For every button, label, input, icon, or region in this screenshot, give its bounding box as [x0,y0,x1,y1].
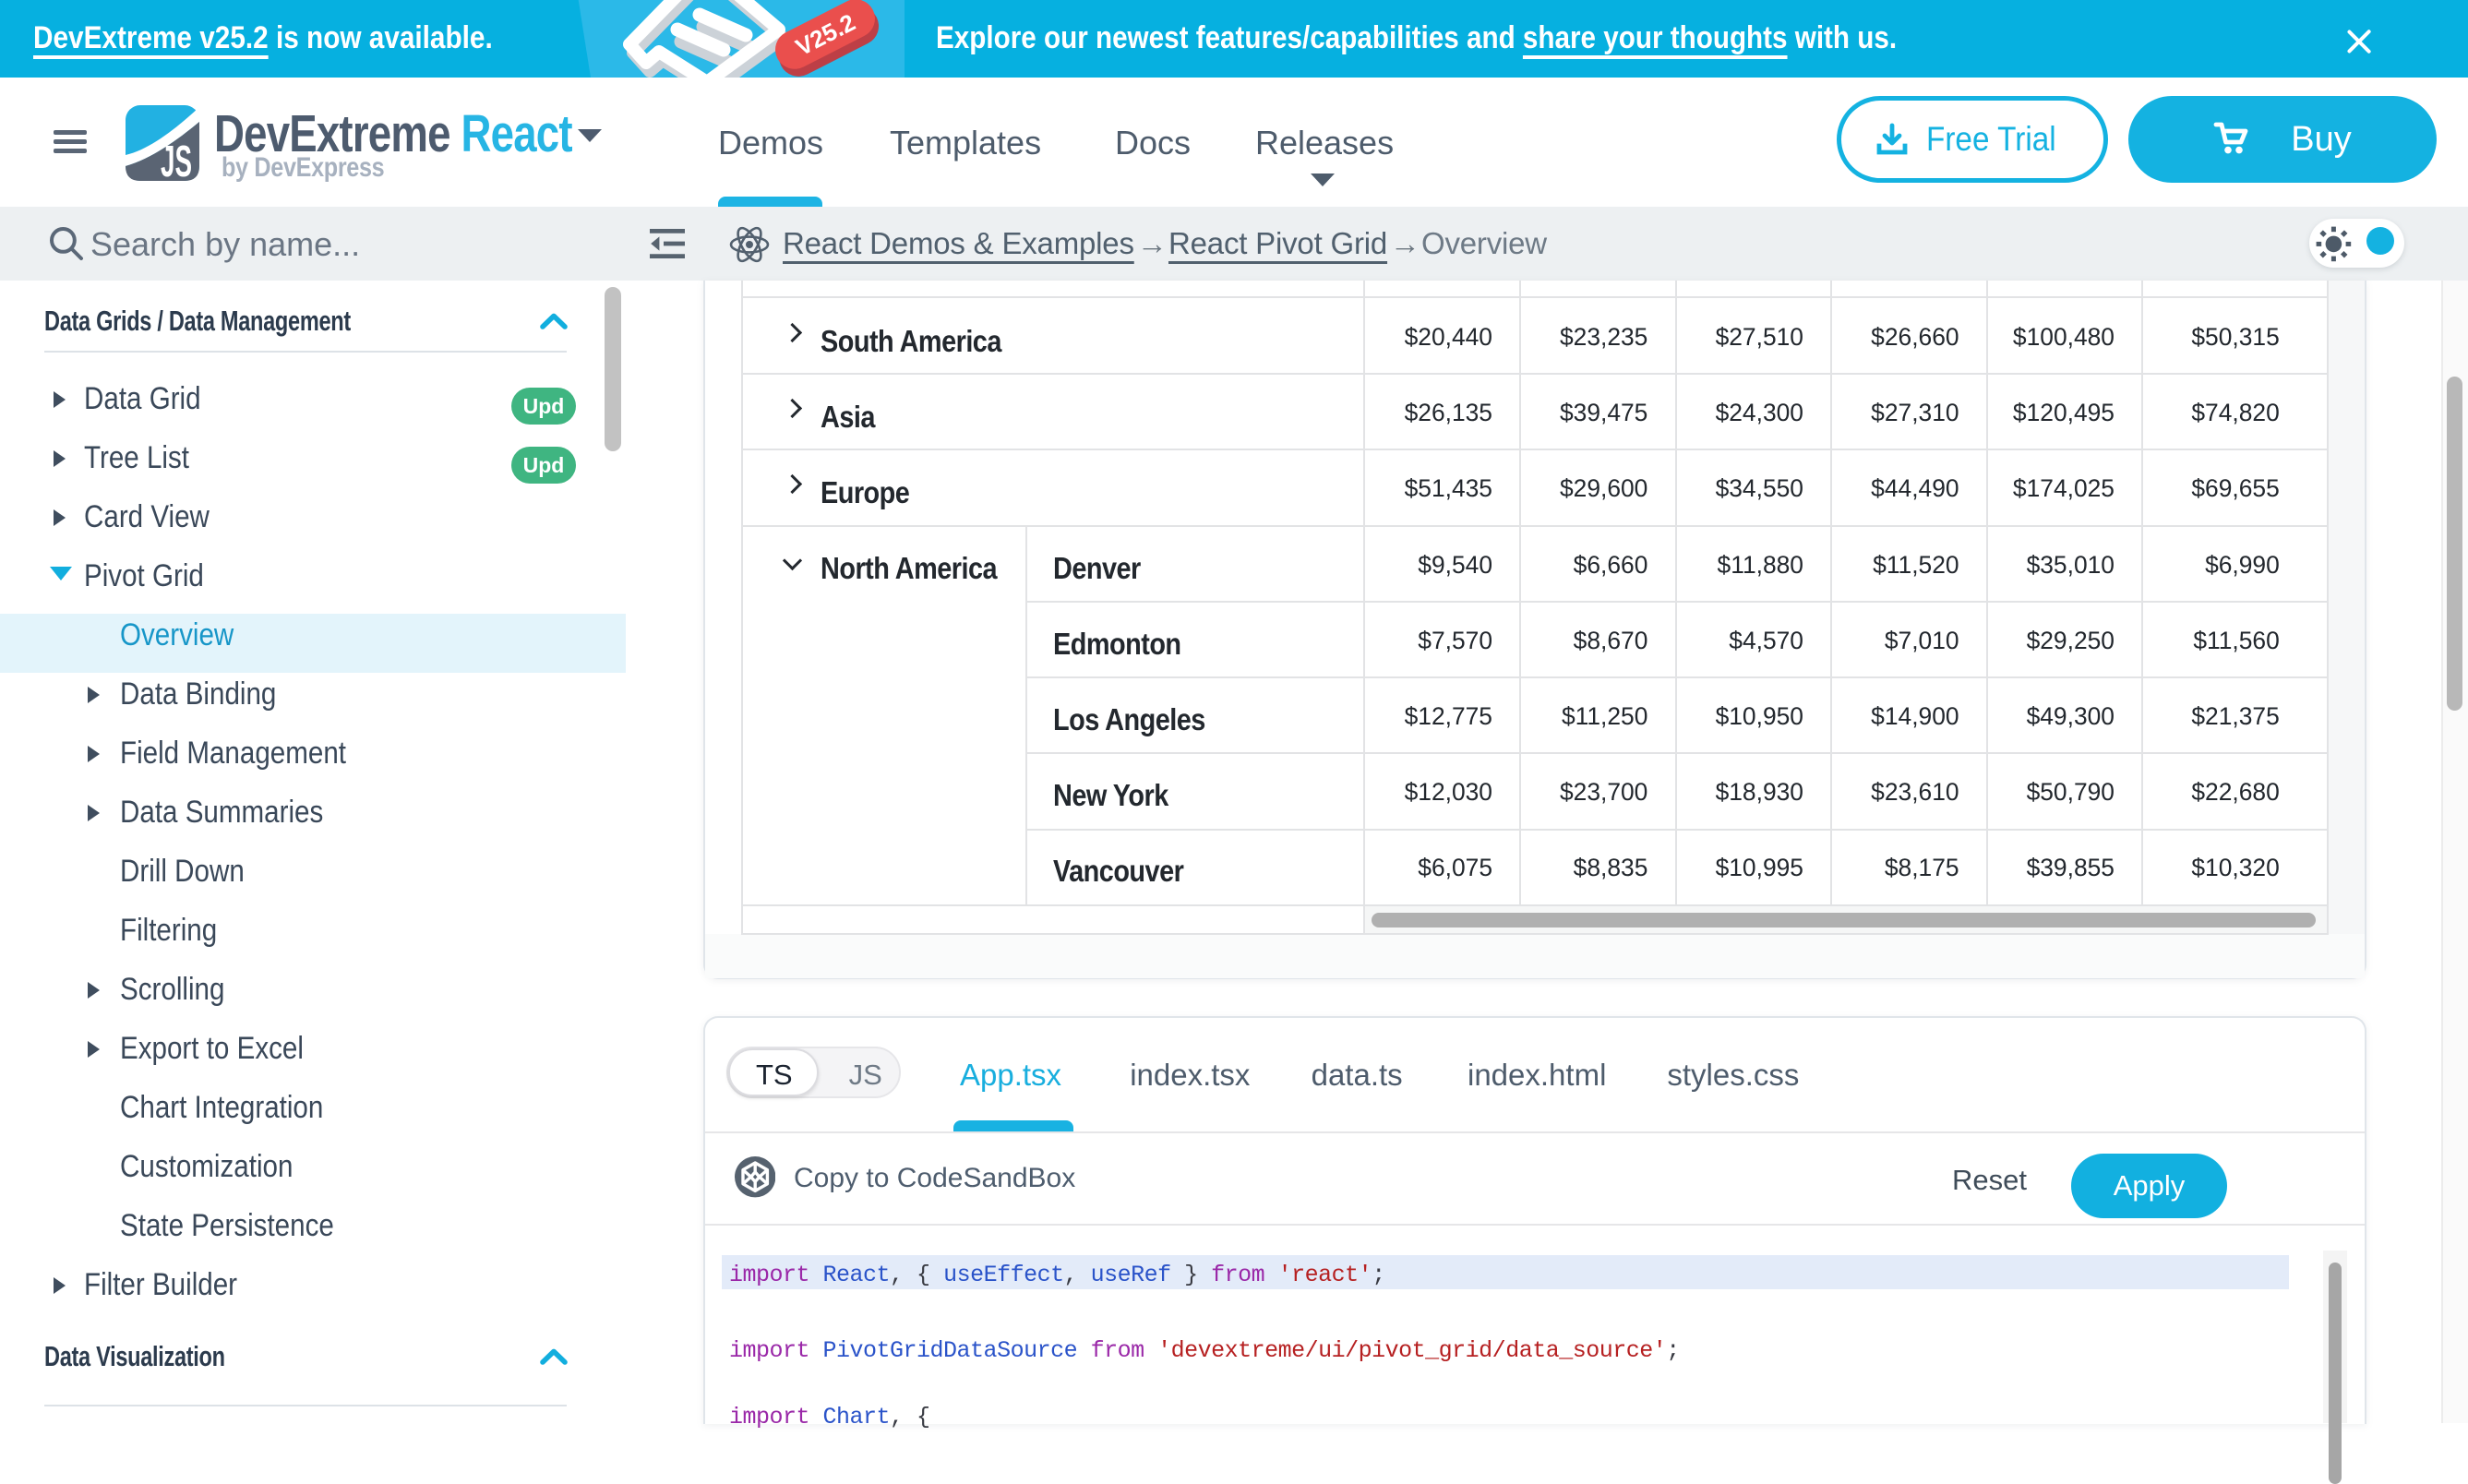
svg-text:JS: JS [161,138,192,181]
